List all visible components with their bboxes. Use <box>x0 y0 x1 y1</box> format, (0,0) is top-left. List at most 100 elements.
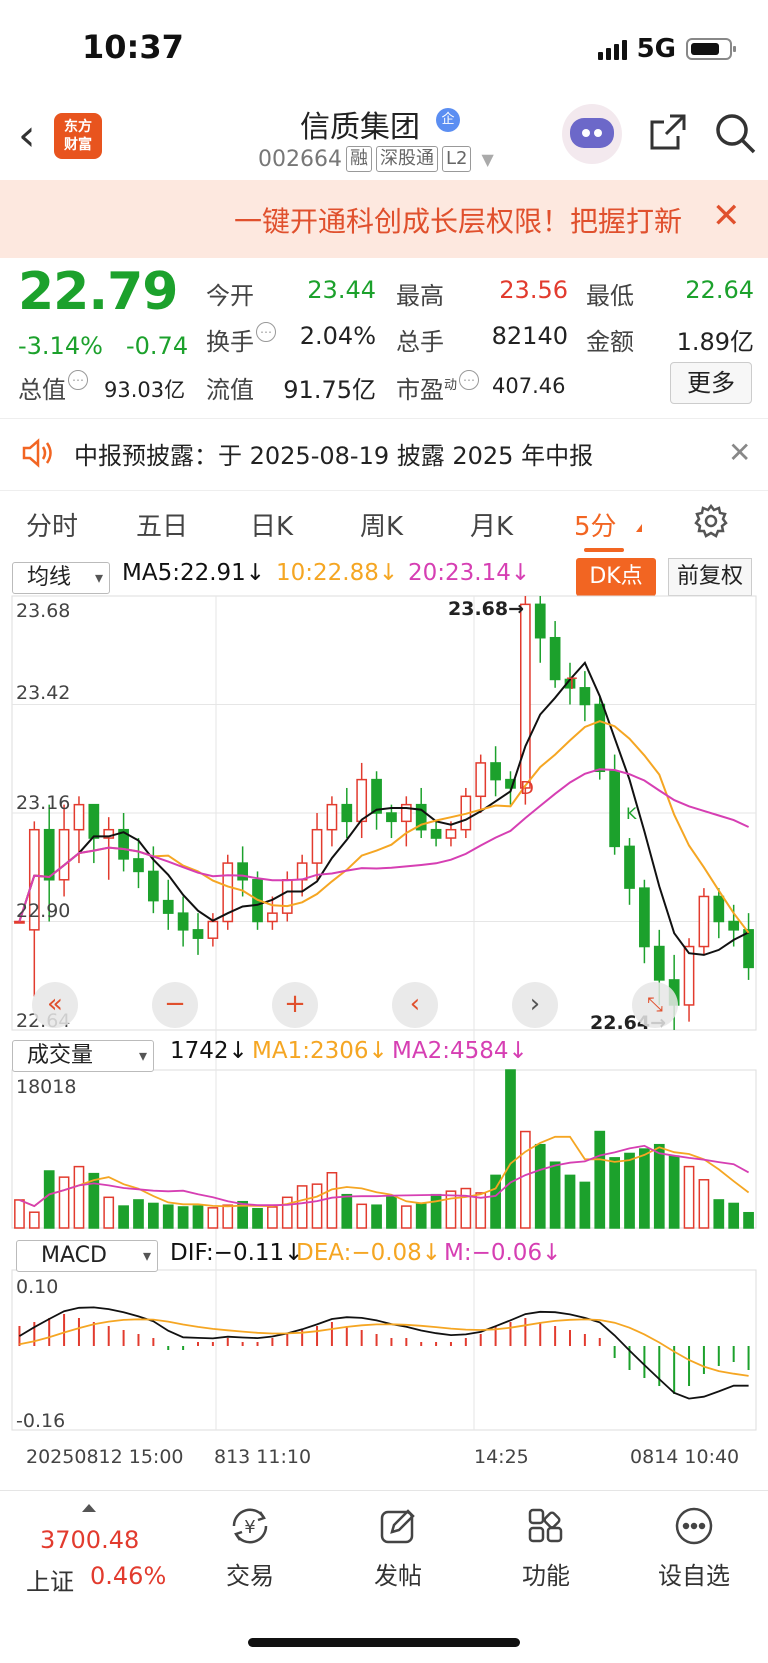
tab-daily-k[interactable]: 日K <box>250 506 293 543</box>
tab-monthly-k[interactable]: 月K <box>470 506 513 543</box>
candle-body <box>267 912 278 923</box>
candle-body <box>683 945 695 1006</box>
candle-body <box>430 828 442 839</box>
candle-body <box>192 929 204 939</box>
zoom-in-icon[interactable]: + <box>272 982 318 1028</box>
candle-body <box>73 803 85 831</box>
turnover-value: 2.04% <box>299 322 376 350</box>
volume-bar <box>222 1204 234 1229</box>
close-icon[interactable]: ✕ <box>712 196 741 236</box>
volume-indicator-dropdown[interactable]: 成交量 <box>12 1040 154 1072</box>
volume-bar <box>162 1204 174 1229</box>
yen-cycle-icon: ¥ <box>232 1508 268 1544</box>
volume-bar <box>460 1187 472 1229</box>
volume-bar <box>14 1199 25 1229</box>
low-value: 22.64 <box>685 276 754 304</box>
nav-post[interactable]: 发帖 <box>348 1506 448 1591</box>
time-label: 0814 10:40 <box>630 1446 740 1468</box>
back-icon[interactable]: ‹ <box>18 114 36 158</box>
nav-label: 功能 <box>522 1562 570 1590</box>
more-button[interactable]: 更多 <box>670 362 752 404</box>
volume-bar <box>534 1143 546 1229</box>
notice-text[interactable]: 中报预披露：于 2025-08-19 披露 2025 年中报 <box>74 436 593 471</box>
settings-gear-icon[interactable] <box>694 503 728 542</box>
candle-body <box>88 803 100 839</box>
volume-bar <box>728 1202 740 1229</box>
battery-icon <box>686 38 736 60</box>
nav-label: 发帖 <box>374 1562 422 1590</box>
nav-add-watchlist[interactable]: 设自选 <box>644 1506 744 1591</box>
nav-functions[interactable]: 功能 <box>496 1506 596 1591</box>
volume-bar <box>267 1206 278 1229</box>
candle-body <box>594 703 606 773</box>
index-value[interactable]: 3700.48 <box>40 1526 139 1554</box>
scroll-left-fast-icon[interactable]: « <box>32 982 78 1028</box>
candle-body <box>133 858 144 873</box>
volume-bar <box>311 1183 323 1229</box>
y-label-high: 23.68 <box>16 600 71 622</box>
change-percent: -3.14% <box>18 332 103 360</box>
candle-body <box>534 603 546 639</box>
home-indicator <box>248 1638 520 1647</box>
logo-line1: 东方 <box>64 119 92 135</box>
status-indicators: 5G <box>597 34 736 64</box>
tab-weekly-k[interactable]: 周K <box>360 506 403 543</box>
scroll-right-icon[interactable]: › <box>512 982 558 1028</box>
close-icon[interactable]: ✕ <box>728 436 751 469</box>
signal-icon <box>597 38 627 60</box>
index-change[interactable]: 0.46% <box>90 1562 166 1590</box>
app-logo: 东方 财富 <box>54 113 102 159</box>
macd-dea-line <box>19 1318 749 1377</box>
candle-body <box>445 828 457 839</box>
volume-bar <box>386 1195 397 1229</box>
tag-level2: L2 <box>441 146 472 172</box>
volume-bar <box>713 1199 725 1229</box>
volume-bar <box>252 1207 263 1229</box>
volume-bar <box>326 1172 338 1229</box>
share-icon[interactable] <box>648 112 688 156</box>
candle-body <box>177 912 189 931</box>
volume-bar <box>743 1211 754 1229</box>
promo-banner-text[interactable]: 一键开通科创成长层权限！把握打新 <box>234 200 684 240</box>
tab-intraday[interactable]: 分时 <box>26 506 78 543</box>
volume-bar <box>594 1130 606 1229</box>
volume-bar <box>519 1130 531 1229</box>
info-icon[interactable]: ⋯ <box>256 322 276 342</box>
fullscreen-icon[interactable]: ⤡ <box>632 982 678 1028</box>
stock-code: 002664 <box>258 146 342 172</box>
nav-label: 交易 <box>226 1562 274 1590</box>
info-icon[interactable]: ⋯ <box>459 370 480 390</box>
info-icon[interactable]: ⋯ <box>68 370 88 390</box>
amount-label: 金额 <box>586 328 634 356</box>
expand-up-icon[interactable] <box>82 1504 96 1512</box>
speaker-icon <box>20 436 56 474</box>
macd-indicator-dropdown[interactable]: MACD <box>16 1240 158 1272</box>
volume-bar <box>624 1152 635 1229</box>
volume-bar <box>639 1148 650 1229</box>
divider <box>0 418 768 419</box>
candle-body <box>281 879 293 914</box>
volume-ma2: MA2:4584↓ <box>392 1038 528 1064</box>
tab-five-day[interactable]: 五日 <box>136 506 188 543</box>
stock-code-row[interactable]: 002664 融 深股通 L2 ▼ <box>258 146 494 172</box>
volume-bar <box>505 1069 516 1229</box>
candle-body <box>326 803 338 831</box>
volume-bar <box>118 1205 129 1229</box>
candle-body <box>475 762 487 798</box>
macd-histogram <box>18 1314 750 1394</box>
volume-bar <box>356 1203 368 1229</box>
index-name[interactable]: 上证 <box>26 1562 74 1597</box>
candle-body <box>237 862 249 881</box>
volume-bar <box>653 1143 665 1229</box>
high-label: 最高 <box>396 282 444 310</box>
search-icon[interactable] <box>714 112 756 158</box>
tab-5min[interactable]: 5分 <box>574 506 617 543</box>
scroll-left-icon[interactable]: ‹ <box>392 982 438 1028</box>
nav-trade[interactable]: ¥ 交易 <box>200 1506 300 1591</box>
pe-value: 407.46 <box>492 374 566 398</box>
volume-value: 1742↓ <box>170 1038 248 1064</box>
svg-text:¥: ¥ <box>244 1517 255 1538</box>
high-value: 23.56 <box>499 276 568 304</box>
zoom-out-icon[interactable]: − <box>152 982 198 1028</box>
divider <box>0 490 768 491</box>
